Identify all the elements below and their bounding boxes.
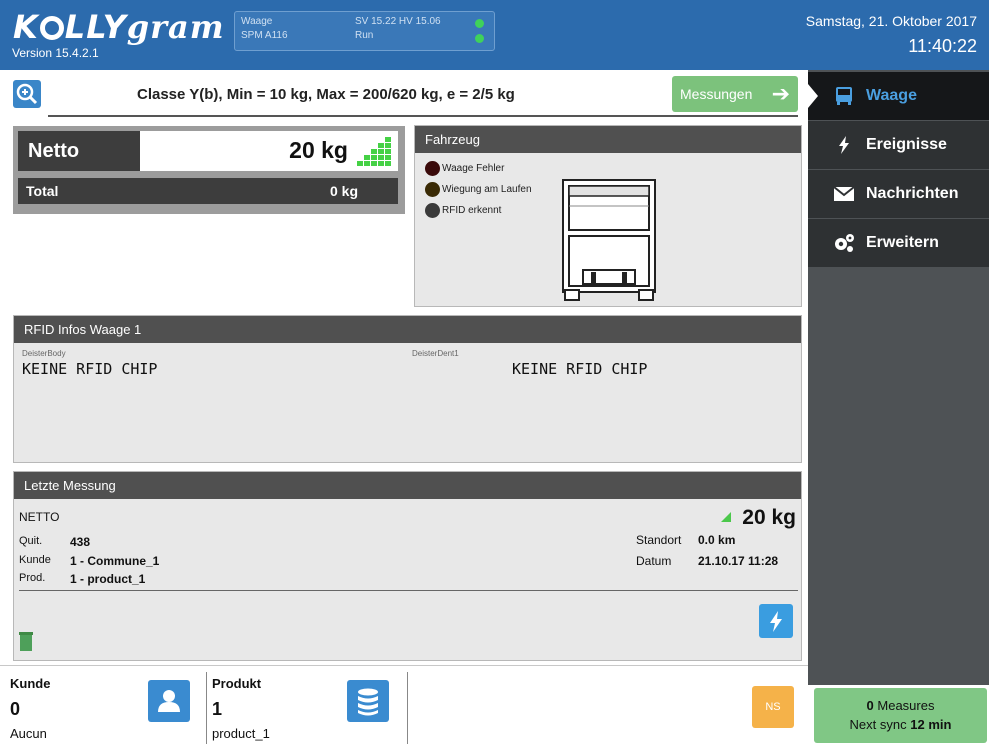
envelope-icon	[833, 186, 855, 201]
rfid-panel-title: RFID Infos Waage 1	[14, 316, 801, 343]
legend-weighing-running: Wiegung am Laufen	[425, 182, 532, 197]
prod-label: Prod.	[19, 572, 46, 584]
scale-name: Waage	[241, 16, 273, 27]
signal-bars-icon	[357, 137, 391, 166]
vehicle-panel-title: Fahrzeug	[415, 126, 801, 153]
measurement-type: NETTO	[19, 510, 60, 524]
legend-rfid-detected: RFID erkennt	[425, 203, 501, 218]
sv-hv-version: SV 15.22 HV 15.06	[355, 16, 441, 27]
zoom-in-icon	[16, 83, 38, 105]
bottom-kunde-number: 0	[10, 699, 21, 719]
version-label: Version 15.4.2.1	[12, 46, 99, 60]
status-dot-icon	[425, 182, 440, 197]
sync-time: 12 min	[910, 717, 952, 732]
measurement-divider	[19, 590, 798, 591]
netto-panel: Netto 20 kg Total 0 kg	[13, 126, 405, 214]
bolt-icon	[839, 136, 849, 154]
measurements-button-label: Messungen	[680, 86, 753, 102]
sidebar: Waage Ereignisse Nachrichten Erweitern	[808, 70, 989, 685]
product-button[interactable]	[347, 680, 389, 722]
datum-value: 21.10.17 11:28	[698, 554, 779, 568]
sidebar-item-label: Ereignisse	[866, 136, 947, 153]
ns-button[interactable]: NS	[752, 686, 794, 728]
run-state: Run	[355, 30, 374, 41]
kunde-value: 1 - Commune_1	[70, 554, 160, 568]
sidebar-item-label: Waage	[866, 87, 917, 104]
netto-value-box: 20 kg	[140, 131, 398, 171]
zoom-button[interactable]	[13, 80, 41, 108]
user-icon	[158, 690, 180, 712]
sidebar-item-nachrichten[interactable]: Nachrichten	[808, 170, 989, 218]
rfid-left-value: KEINE RFID CHIP	[22, 360, 158, 378]
sync-next-line: Next sync 12 min	[814, 717, 987, 732]
bottom-kunde-label: Kunde	[10, 676, 51, 691]
header-time: 11:40:22	[908, 36, 977, 56]
database-icon	[358, 688, 378, 716]
sidebar-item-label: Erweitern	[866, 234, 939, 251]
legend-scale-error: Waage Fehler	[425, 161, 504, 176]
kollygram-logo: K LLYgram	[13, 8, 225, 46]
scale-model: SPM A116	[241, 30, 288, 41]
app-header: K LLYgram Version 15.4.2.1 Waage SPM A116…	[0, 0, 989, 70]
rfid-panel: RFID Infos Waage 1 DeisterBody KEINE RFI…	[13, 315, 802, 463]
bottom-produkt-name: product_1	[212, 726, 270, 741]
active-indicator	[808, 84, 818, 108]
quit-label: Quit.	[19, 535, 43, 547]
rfid-right-caption: DeisterDent1	[412, 349, 459, 358]
bottom-produkt-label: Produkt	[212, 676, 262, 691]
total-row: Total 0 kg	[18, 178, 398, 204]
header-date: Samstag, 21. Oktober 2017	[805, 13, 977, 29]
datum-label: Datum	[636, 554, 672, 568]
netto-label: Netto	[18, 131, 140, 171]
kunde-label: Kunde	[19, 554, 51, 566]
sync-status-button[interactable]: 0 Measures Next sync 12 min	[814, 688, 987, 743]
quit-value: 438	[70, 535, 91, 549]
scale-status-box: Waage SPM A116 SV 15.22 HV 15.06 Run	[234, 11, 495, 51]
sync-count: 0	[866, 698, 874, 713]
bottom-bar: Kunde 0 Aucun Produkt 1 product_1 NS	[0, 665, 808, 745]
standort-value: 0.0 km	[698, 533, 736, 547]
customer-button[interactable]	[148, 680, 190, 722]
green-bin-icon	[19, 632, 33, 651]
sidebar-item-ereignisse[interactable]: Ereignisse	[808, 121, 989, 169]
scale-class-info: Classe Y(b), Min = 10 kg, Max = 200/620 …	[137, 86, 515, 103]
standort-label: Standort	[636, 533, 682, 547]
legend-label: RFID erkennt	[442, 205, 502, 217]
last-measurement-panel: Letzte Messung NETTO 20 kg Quit. 438 Kun…	[13, 471, 802, 661]
event-button[interactable]	[759, 604, 793, 638]
class-divider	[48, 115, 798, 117]
sync-measures-label: Measures	[877, 698, 935, 713]
netto-value: 20 kg	[289, 137, 348, 163]
last-measurement-value: 20 kg	[742, 506, 796, 529]
arrow-right-icon: ➔	[771, 81, 790, 106]
bottom-separator	[407, 672, 408, 744]
signal-triangle-icon	[721, 512, 731, 522]
bottom-produkt-number: 1	[212, 699, 223, 719]
legend-label: Waage Fehler	[442, 163, 505, 175]
bolt-icon	[770, 611, 782, 632]
cogs-icon	[835, 234, 854, 252]
rfid-right-value: KEINE RFID CHIP	[512, 360, 648, 378]
status-led-top	[475, 19, 484, 28]
bottom-kunde-name: Aucun	[10, 726, 47, 741]
sync-next-label: Next sync	[849, 717, 907, 732]
measurements-button[interactable]: Messungen ➔	[672, 76, 798, 112]
truck-rear-icon	[562, 179, 656, 301]
status-dot-icon	[425, 161, 440, 176]
vehicle-panel: Fahrzeug Waage Fehler Wiegung am Laufen …	[414, 125, 802, 307]
bus-icon	[836, 87, 852, 105]
rfid-left-caption: DeisterBody	[22, 349, 66, 358]
prod-value: 1 - product_1	[70, 572, 146, 586]
status-dot-icon	[425, 203, 440, 218]
sidebar-item-waage[interactable]: Waage	[808, 72, 989, 120]
legend-label: Wiegung am Laufen	[442, 184, 532, 196]
total-value: 0 kg	[329, 183, 358, 199]
status-led-bottom	[475, 34, 484, 43]
sidebar-item-label: Nachrichten	[866, 185, 959, 202]
total-label: Total	[26, 183, 59, 199]
sidebar-item-erweitern[interactable]: Erweitern	[808, 219, 989, 267]
last-measurement-title: Letzte Messung	[14, 472, 801, 499]
sync-measures-line: 0 Measures	[814, 698, 987, 713]
bottom-separator	[206, 672, 207, 744]
